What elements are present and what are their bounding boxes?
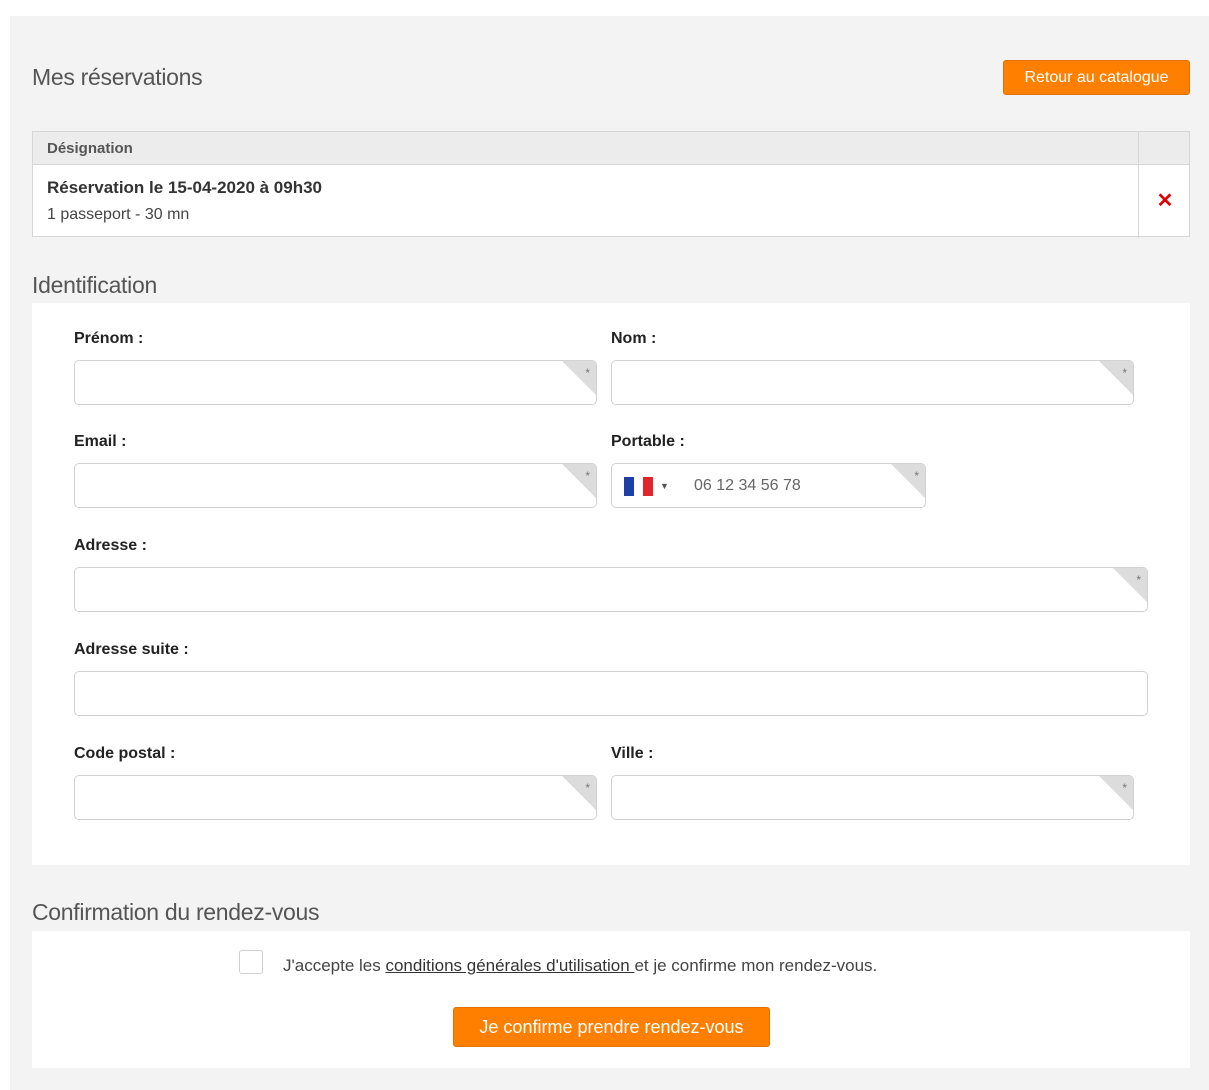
identification-panel: Prénom : * Nom : * Email : * Portable : … <box>32 303 1190 865</box>
portable-label: Portable : <box>611 433 685 450</box>
portable-field: ▼ * <box>611 463 926 508</box>
email-label: Email : <box>74 433 127 450</box>
code-postal-label: Code postal : <box>74 745 176 762</box>
accept-terms-text: J'accepte les conditions générales d'uti… <box>283 956 877 976</box>
email-field: * <box>74 463 597 508</box>
country-selector[interactable]: ▼ <box>624 476 669 496</box>
ville-label: Ville : <box>611 745 654 762</box>
nom-input[interactable] <box>612 361 1133 404</box>
prenom-input[interactable] <box>75 361 596 404</box>
identification-title: Identification <box>32 272 157 298</box>
nom-field: * <box>611 360 1134 405</box>
portable-input[interactable] <box>682 464 925 507</box>
close-icon[interactable]: ✕ <box>1155 191 1175 211</box>
france-flag-icon <box>624 476 654 496</box>
adresse-suite-label: Adresse suite : <box>74 641 189 658</box>
code-postal-input[interactable] <box>75 776 596 819</box>
column-divider <box>1138 132 1139 238</box>
adresse-input[interactable] <box>75 568 1147 611</box>
page: Mes réservations Retour au catalogue Dés… <box>10 16 1209 1090</box>
code-postal-field: * <box>74 775 597 820</box>
prenom-field: * <box>74 360 597 405</box>
ville-input[interactable] <box>612 776 1133 819</box>
reservation-title: Réservation le 15-04-2020 à 09h30 <box>47 178 323 197</box>
prenom-label: Prénom : <box>74 330 144 347</box>
confirm-appointment-button[interactable]: Je confirme prendre rendez-vous <box>453 1007 770 1047</box>
adresse-label: Adresse : <box>74 537 147 554</box>
ville-field: * <box>611 775 1134 820</box>
column-header-designation: Désignation <box>47 140 133 157</box>
accept-terms-checkbox[interactable] <box>239 950 263 974</box>
reservation-detail: 1 passeport - 30 mn <box>47 206 190 223</box>
confirmation-title: Confirmation du rendez-vous <box>32 899 320 925</box>
caret-down-icon: ▼ <box>660 481 669 491</box>
adresse-suite-input[interactable] <box>75 672 1147 715</box>
terms-link[interactable]: conditions générales d'utilisation <box>385 956 634 975</box>
reservations-table: Désignation Réservation le 15-04-2020 à … <box>32 131 1190 238</box>
back-to-catalog-button[interactable]: Retour au catalogue <box>1003 60 1190 95</box>
accept-suffix: et je confirme mon rendez-vous. <box>634 956 878 975</box>
reservations-title: Mes réservations <box>32 64 203 90</box>
table-header: Désignation <box>33 132 1189 238</box>
nom-label: Nom : <box>611 330 657 347</box>
email-input[interactable] <box>75 464 596 507</box>
accept-prefix: J'accepte les <box>283 956 386 975</box>
confirmation-panel: J'accepte les conditions générales d'uti… <box>32 931 1190 1068</box>
adresse-suite-field <box>74 671 1148 716</box>
adresse-field: * <box>74 567 1148 612</box>
